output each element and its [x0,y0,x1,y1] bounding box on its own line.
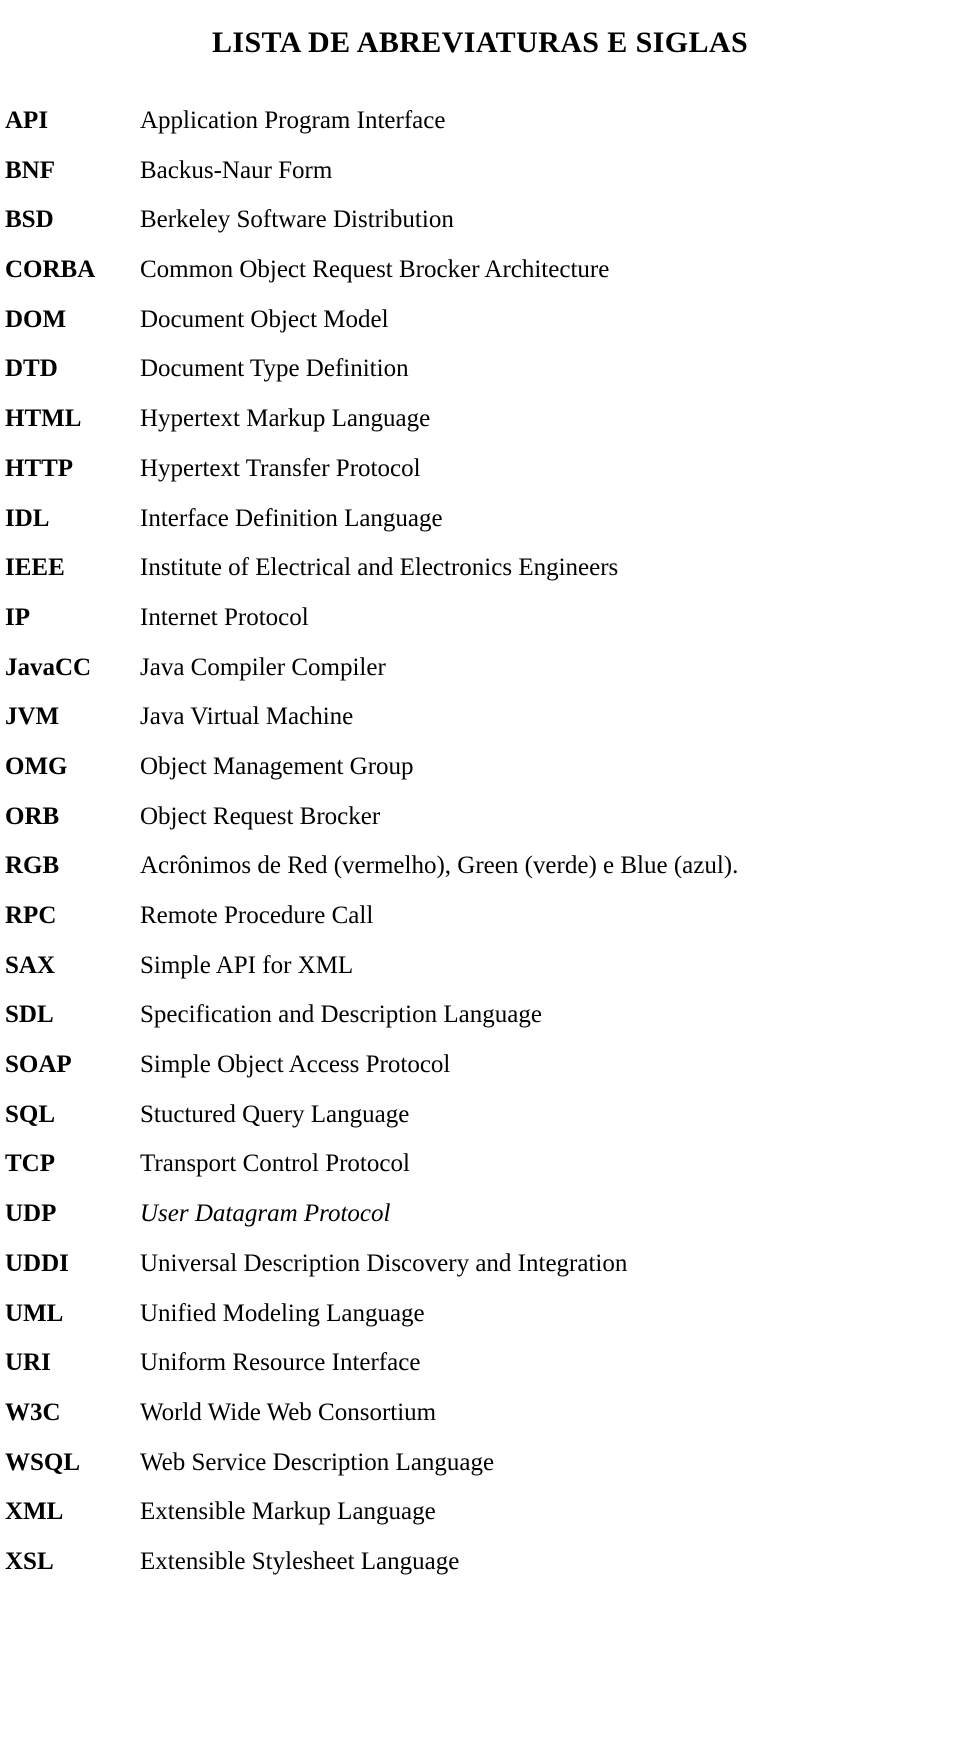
abbreviation-definition: Object Management Group [140,752,414,780]
abbreviation-term: SAX [5,951,56,979]
abbreviation-row: BNF Backus-Naur Form [0,146,960,196]
abbreviation-term: JVM [5,703,60,731]
abbreviation-row: URI Uniform Resource Interface [0,1338,960,1388]
abbreviation-term: UDP [5,1200,57,1228]
abbreviation-row: HTML Hypertext Markup Language [0,394,960,444]
abbreviation-row: SQL Stuctured Query Language [0,1090,960,1140]
abbreviation-row: API Application Program Interface [0,96,960,146]
abbreviation-row: SAX Simple API for XML [0,941,960,991]
abbreviation-row: BSD Berkeley Software Distribution [0,195,960,245]
abbreviation-definition: Internet Protocol [140,603,309,631]
abbreviation-term: RGB [5,852,60,880]
abbreviation-definition: Specification and Description Language [140,1001,542,1029]
abbreviation-definition: Interface Definition Language [140,504,443,532]
abbreviation-definition: Universal Description Discovery and Inte… [140,1249,628,1277]
abbreviation-term: HTML [5,405,82,433]
abbreviation-row: SOAP Simple Object Access Protocol [0,1040,960,1090]
abbreviation-term: ORB [5,802,60,830]
abbreviation-definition: Document Object Model [140,305,389,333]
abbreviation-definition: World Wide Web Consortium [140,1398,437,1426]
abbreviation-definition: Hypertext Transfer Protocol [140,454,421,482]
abbreviation-row: ORB Object Request Brocker [0,792,960,842]
abbreviation-list: API Application Program Interface BNF Backu… [0,96,960,1587]
abbreviation-term: JavaCC [5,653,92,681]
abbreviation-definition: User Datagram Protocol [140,1200,391,1228]
abbreviation-row: JVM Java Virtual Machine [0,692,960,742]
abbreviation-definition: Extensible Markup Language [140,1498,436,1526]
abbreviation-term: IDL [5,504,50,532]
abbreviation-term: OMG [5,752,68,780]
abbreviation-row: IEEE Institute of Electrical and Electron… [0,543,960,593]
abbreviation-term: UML [5,1299,64,1327]
abbreviation-definition: Simple Object Access Protocol [140,1051,451,1079]
abbreviation-row: W3C World Wide Web Consortium [0,1388,960,1438]
abbreviation-term: BSD [5,206,54,234]
abbreviation-term: SOAP [5,1051,72,1079]
abbreviation-definition: Remote Procedure Call [140,902,374,929]
document-page: LISTA DE ABREVIATURAS E SIGLAS API Applic… [0,0,960,1754]
abbreviation-term: TCP [5,1150,55,1178]
abbreviation-definition: Acrônimos de Red (vermelho), Green (verd… [140,852,739,880]
abbreviation-term: IP [5,603,30,631]
abbreviation-row: XSL Extensible Stylesheet Language [0,1537,960,1587]
abbreviation-definition: Application Program Interface [140,107,446,134]
abbreviation-definition: Document Type Definition [140,355,409,383]
abbreviation-term: URI [5,1349,51,1377]
abbreviation-definition: Institute of Electrical and Electronics … [140,554,619,582]
abbreviation-term: UDDI [5,1249,69,1277]
abbreviation-term: W3C [5,1398,61,1426]
abbreviation-row: RPC Remote Procedure Call [0,891,960,941]
abbreviation-row: UDDI Universal Description Discovery and … [0,1239,960,1289]
abbreviation-row: UDP User Datagram Protocol [0,1189,960,1239]
abbreviation-term: SDL [5,1001,54,1029]
abbreviation-term: API [5,107,49,134]
abbreviation-row: OMG Object Management Group [0,742,960,792]
abbreviation-definition: Common Object Request Brocker Architectu… [140,256,610,284]
abbreviation-term: IEEE [5,554,65,582]
abbreviation-row: RGB Acrônimos de Red (vermelho), Green (v… [0,841,960,891]
abbreviation-row: DOM Document Object Model [0,295,960,345]
abbreviation-row: CORBA Common Object Request Brocker Archi… [0,245,960,295]
abbreviation-definition: Simple API for XML [140,951,354,979]
abbreviation-definition: Hypertext Markup Language [140,405,431,433]
page-title: LISTA DE ABREVIATURAS E SIGLAS [211,26,749,60]
abbreviation-definition: Web Service Description Language [140,1448,495,1476]
abbreviation-row: SDL Specification and Description Languag… [0,990,960,1040]
abbreviation-term: DTD [5,355,58,383]
abbreviation-term: CORBA [5,256,96,284]
abbreviation-definition: Extensible Stylesheet Language [140,1547,460,1575]
abbreviation-definition: Java Virtual Machine [140,703,354,731]
abbreviation-definition: Berkeley Software Distribution [140,206,454,234]
abbreviation-term: RPC [5,902,57,929]
abbreviation-definition: Backus-Naur Form [140,156,333,184]
abbreviation-definition: Java Compiler Compiler [140,653,386,681]
abbreviation-term: BNF [5,156,55,184]
abbreviation-definition: Stuctured Query Language [140,1100,410,1128]
abbreviation-row: UML Unified Modeling Language [0,1289,960,1339]
abbreviation-definition: Transport Control Protocol [140,1150,410,1178]
abbreviation-row: WSQL Web Service Description Language [0,1438,960,1488]
abbreviation-term: SQL [5,1100,56,1128]
abbreviation-row: DTD Document Type Definition [0,344,960,394]
abbreviation-term: XSL [5,1547,54,1575]
abbreviation-row: XML Extensible Markup Language [0,1487,960,1537]
abbreviation-definition: Object Request Brocker [140,802,381,830]
abbreviation-row: IDL Interface Definition Language [0,494,960,544]
abbreviation-row: HTTP Hypertext Transfer Protocol [0,444,960,494]
abbreviation-row: JavaCC Java Compiler Compiler [0,643,960,693]
abbreviation-definition: Uniform Resource Interface [140,1349,421,1377]
abbreviation-row: IP Internet Protocol [0,593,960,643]
abbreviation-term: DOM [5,305,67,333]
abbreviation-row: TCP Transport Control Protocol [0,1139,960,1189]
abbreviation-term: WSQL [5,1448,81,1476]
abbreviation-term: HTTP [5,454,74,482]
abbreviation-term: XML [5,1498,64,1526]
abbreviation-definition: Unified Modeling Language [140,1299,425,1327]
